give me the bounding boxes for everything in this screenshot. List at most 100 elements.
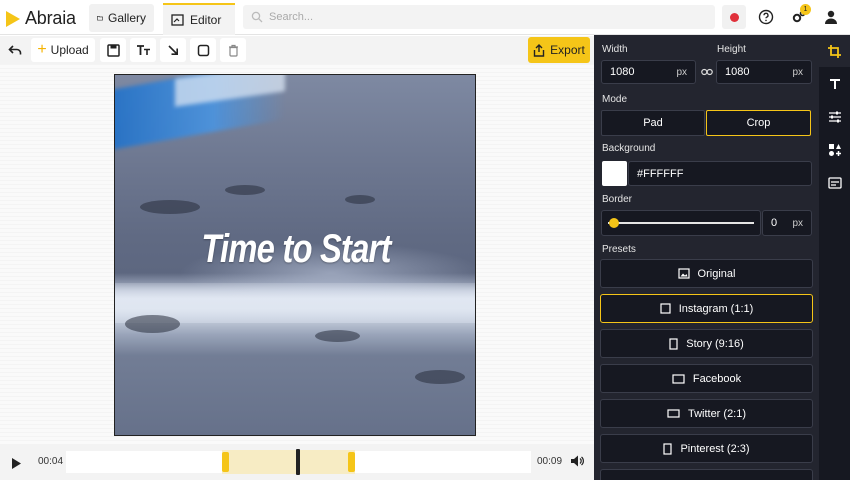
volume-button[interactable] xyxy=(570,454,584,471)
road-spot xyxy=(415,370,465,384)
playhead[interactable] xyxy=(296,449,300,475)
text-icon xyxy=(829,79,840,89)
road-spot xyxy=(140,200,200,214)
landscape-icon xyxy=(667,409,680,418)
preset-pinterest-label: Pinterest (2:3) xyxy=(680,442,750,455)
road-spot xyxy=(125,315,180,333)
mode-crop-button[interactable]: Crop xyxy=(706,110,811,136)
undo-button[interactable] xyxy=(2,38,28,62)
undo-icon xyxy=(8,45,22,55)
image-icon xyxy=(677,268,690,279)
record-button[interactable] xyxy=(722,5,746,29)
editor-toolbar: + Upload Export xyxy=(0,36,594,64)
border-slider-track[interactable] xyxy=(608,222,754,224)
search-input[interactable] xyxy=(269,11,669,23)
search-bar xyxy=(243,5,715,29)
road-spot xyxy=(345,195,375,204)
trim-end-handle[interactable] xyxy=(348,452,355,472)
settings-button[interactable]: 1 xyxy=(787,4,811,29)
height-unit: px xyxy=(792,66,803,78)
sliders-icon xyxy=(828,111,841,123)
arrow-button[interactable] xyxy=(160,38,186,62)
top-bar: Abraia Gallery Editor 1 xyxy=(0,0,850,35)
preset-original-label: Original xyxy=(697,267,736,280)
preset-story[interactable]: Story (9:16) xyxy=(600,329,813,358)
user-icon xyxy=(825,10,837,24)
background-color-value: #FFFFFF xyxy=(637,167,684,180)
preset-more[interactable] xyxy=(600,469,813,480)
rail-adjust[interactable] xyxy=(819,101,850,133)
link-icon[interactable] xyxy=(701,67,713,77)
border-value: 0 xyxy=(771,217,778,229)
play-button[interactable] xyxy=(4,452,28,474)
height-field[interactable]: 1080 px xyxy=(716,60,812,84)
road-spot xyxy=(225,185,265,195)
save-icon xyxy=(106,43,120,57)
shapes-add-icon xyxy=(828,144,841,156)
width-field[interactable]: 1080 px xyxy=(601,60,696,84)
current-time: 00:04 xyxy=(38,456,64,467)
text-size-icon xyxy=(136,45,150,55)
preset-story-label: Story (9:16) xyxy=(686,337,744,350)
preset-twitter[interactable]: Twitter (2:1) xyxy=(600,399,813,428)
text-button[interactable] xyxy=(130,38,156,62)
trim-selection[interactable] xyxy=(222,450,355,474)
preset-instagram-label: Instagram (1:1) xyxy=(678,302,754,315)
shape-button[interactable] xyxy=(190,38,216,62)
play-logo-icon xyxy=(6,10,20,27)
border-field[interactable]: 0 px xyxy=(762,210,812,236)
rail-text[interactable] xyxy=(819,68,850,100)
mode-crop-label: Crop xyxy=(746,117,771,129)
account-button[interactable] xyxy=(819,5,843,29)
record-icon xyxy=(729,12,739,22)
preset-facebook[interactable]: Facebook xyxy=(600,364,813,393)
video-preview[interactable]: Time to Start xyxy=(114,74,476,436)
trim-start-handle[interactable] xyxy=(222,452,229,472)
width-unit: px xyxy=(676,66,687,78)
background-label: Background xyxy=(602,143,656,154)
rail-crop[interactable] xyxy=(819,35,850,67)
arrow-icon xyxy=(168,45,178,55)
export-icon xyxy=(533,43,545,57)
background-color-field[interactable]: #FFFFFF xyxy=(628,161,812,186)
play-icon xyxy=(12,457,21,469)
border-label: Border xyxy=(602,194,633,205)
preset-pinterest[interactable]: Pinterest (2:3) xyxy=(600,434,813,463)
notification-badge: 1 xyxy=(800,4,811,15)
presets-label: Presets xyxy=(602,244,636,255)
logo[interactable]: Abraia xyxy=(5,8,76,29)
square-icon xyxy=(660,303,671,314)
mode-label: Mode xyxy=(602,94,628,105)
subtitles-icon xyxy=(827,177,842,189)
rail-elements[interactable] xyxy=(819,134,850,166)
preset-instagram[interactable]: Instagram (1:1) xyxy=(600,294,813,323)
height-label: Height xyxy=(717,44,746,55)
portrait-icon xyxy=(663,442,673,455)
crop-icon xyxy=(828,44,841,58)
height-value: 1080 xyxy=(725,66,750,78)
width-value: 1080 xyxy=(610,66,635,78)
trash-icon xyxy=(228,44,238,57)
duration-time: 00:09 xyxy=(537,456,563,467)
width-label: Width xyxy=(602,44,628,55)
search-icon xyxy=(251,11,263,23)
tab-gallery[interactable]: Gallery xyxy=(89,4,154,32)
border-slider-knob[interactable] xyxy=(609,218,619,228)
upload-button[interactable]: + Upload xyxy=(31,38,95,62)
rail-subtitles[interactable] xyxy=(819,167,850,199)
export-button[interactable]: Export xyxy=(528,37,590,63)
delete-button[interactable] xyxy=(220,38,246,62)
save-button[interactable] xyxy=(100,38,126,62)
canvas-area: Time to Start xyxy=(0,64,594,444)
preset-original[interactable]: Original xyxy=(600,259,813,288)
help-button[interactable] xyxy=(754,5,778,29)
folder-icon xyxy=(97,15,103,21)
background-color-swatch[interactable] xyxy=(602,161,627,186)
border-unit: px xyxy=(792,217,803,229)
plus-icon: + xyxy=(37,41,47,58)
export-label: Export xyxy=(550,43,585,57)
tab-editor[interactable]: Editor xyxy=(163,3,235,35)
preset-facebook-label: Facebook xyxy=(692,372,742,385)
mode-pad-button[interactable]: Pad xyxy=(601,110,705,136)
video-title-text[interactable]: Time to Start xyxy=(148,227,445,272)
